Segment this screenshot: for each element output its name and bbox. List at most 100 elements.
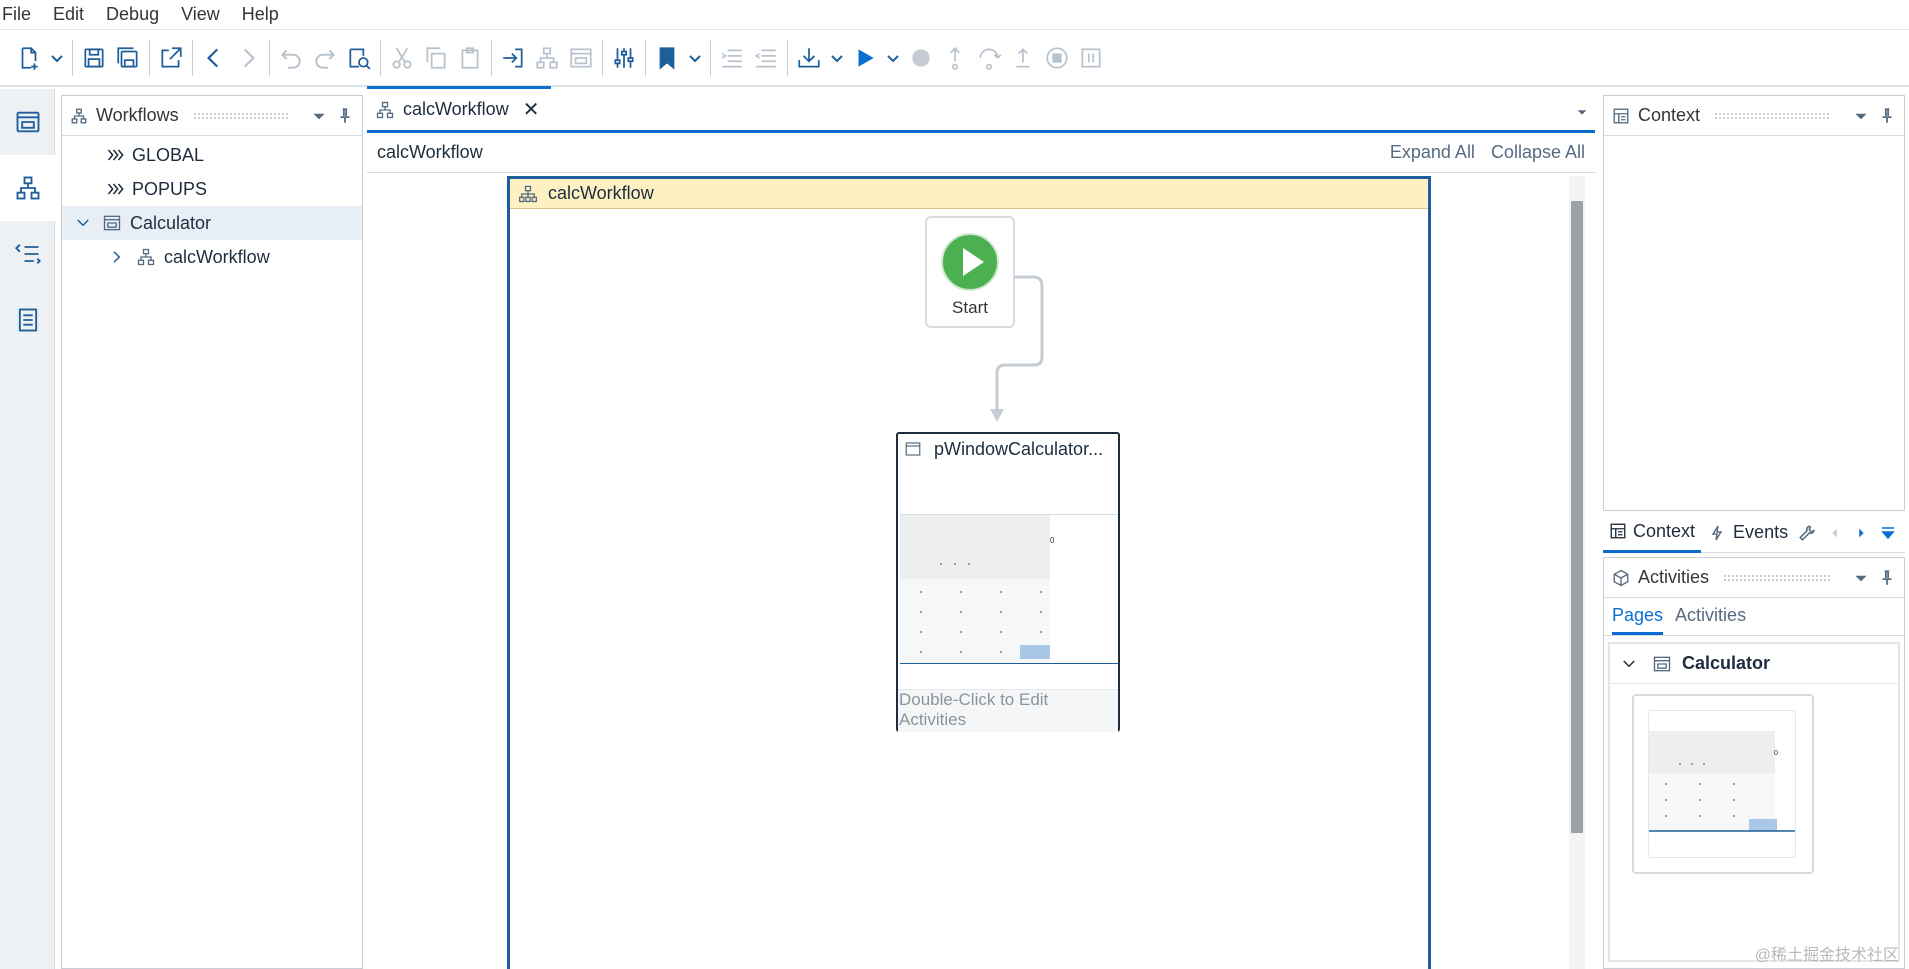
chevron-down-icon[interactable]	[46, 38, 68, 78]
pin-icon[interactable]	[336, 107, 354, 125]
wrench-icon[interactable]	[1798, 524, 1816, 542]
rail-workflows[interactable]	[0, 155, 55, 221]
tree-item-global[interactable]: GLOBAL	[62, 138, 362, 172]
panel-drag-handle[interactable]	[1723, 573, 1830, 582]
tree-item-calcworkflow[interactable]: calcWorkflow	[62, 240, 362, 274]
pin-icon[interactable]	[1878, 107, 1896, 125]
window-icon	[905, 442, 921, 456]
menu-edit[interactable]: Edit	[42, 4, 95, 25]
run-icon[interactable]	[848, 38, 882, 78]
tab-context[interactable]: Context	[1603, 513, 1702, 553]
indent-icon	[715, 38, 749, 78]
group-calculator[interactable]: Calculator	[1610, 644, 1898, 684]
tab-context-label: Context	[1633, 520, 1696, 541]
caret-down-icon[interactable]	[1575, 105, 1589, 119]
chevron-down-icon[interactable]	[684, 38, 706, 78]
pin-icon[interactable]	[1878, 569, 1896, 587]
panel-title: Context	[1638, 105, 1701, 125]
activity-title: pWindowCalculator...	[934, 438, 1104, 459]
preview-value: 0	[1050, 536, 1055, 545]
calculator-preview: 0	[1649, 731, 1795, 832]
vertical-scrollbar[interactable]	[1569, 176, 1585, 969]
tree-item-label: GLOBAL	[132, 144, 205, 165]
context-icon	[1610, 523, 1626, 539]
toolbar-separator	[787, 40, 788, 76]
export-icon[interactable]	[154, 38, 188, 78]
workflow-container[interactable]: calcWorkflow Start pWindowCalculator...	[507, 176, 1431, 969]
tab-pages[interactable]: Pages	[1612, 605, 1664, 635]
cube-icon	[1613, 569, 1629, 586]
toolbar-separator	[491, 40, 492, 76]
menu-help[interactable]: Help	[231, 4, 290, 25]
overflow-icon[interactable]	[1880, 525, 1896, 541]
step-over-icon	[972, 38, 1006, 78]
chevron-down-icon[interactable]	[74, 214, 92, 232]
new-file-icon[interactable]	[12, 38, 46, 78]
rail-scripts[interactable]	[0, 221, 55, 287]
settings-sliders-icon[interactable]	[607, 38, 641, 78]
tab-events[interactable]: Events	[1701, 513, 1796, 553]
tab-activities[interactable]: Activities	[1675, 605, 1746, 635]
tab-events-label: Events	[1733, 522, 1789, 542]
activity-header: pWindowCalculator...	[898, 434, 1118, 464]
watermark: @稀土掘金技术社区	[1754, 947, 1899, 964]
workflow-icon	[137, 248, 155, 266]
outdent-icon	[749, 38, 783, 78]
save-icon[interactable]	[77, 38, 111, 78]
chevron-down-icon[interactable]	[1620, 655, 1638, 673]
workflows-panel-header: Workflows	[62, 96, 362, 136]
chevron-down-icon[interactable]	[826, 38, 848, 78]
activities-panel-header: Activities	[1604, 558, 1904, 598]
scroll-right-icon[interactable]	[1854, 526, 1868, 540]
workflow-canvas[interactable]: calcWorkflow Start pWindowCalculator...	[367, 176, 1595, 969]
close-icon[interactable]: ✕	[523, 97, 540, 122]
rail-declarations[interactable]	[0, 287, 55, 353]
activity-hint: Double-Click to Edit Activities	[898, 689, 1118, 732]
pages-group: Calculator 0	[1608, 642, 1900, 962]
start-node[interactable]: Start	[925, 216, 1015, 328]
editor-subbar: calcWorkflow Expand All Collapse All	[367, 133, 1595, 173]
menu-debug[interactable]: Debug	[95, 4, 170, 25]
panel-drag-handle[interactable]	[1714, 111, 1830, 120]
caret-down-icon[interactable]	[1852, 107, 1870, 125]
caret-down-icon[interactable]	[1852, 569, 1870, 587]
workflow-icon	[376, 101, 394, 118]
expand-all-link[interactable]: Expand All	[1390, 142, 1475, 163]
workflow-tree: GLOBAL POPUPS Calculator calcWorkflow	[62, 136, 362, 274]
toolbar-separator	[149, 40, 150, 76]
rail-pages[interactable]	[0, 89, 55, 155]
context-icon	[1613, 108, 1629, 123]
tab-calcworkflow[interactable]: calcWorkflow ✕	[367, 86, 552, 130]
chevron-down-icon[interactable]	[882, 38, 904, 78]
menu-bar: File Edit Debug View Help	[0, 0, 1909, 30]
menu-view[interactable]: View	[170, 4, 231, 25]
activity-node[interactable]: pWindowCalculator... 0 Double-Click to E…	[896, 432, 1120, 732]
chevron-right-icon[interactable]	[108, 248, 126, 266]
redo-icon	[308, 38, 342, 78]
bookmark-icon[interactable]	[650, 38, 684, 78]
double-chevron-icon	[107, 183, 124, 195]
page-window-icon	[16, 111, 39, 133]
breakpoint-icon	[904, 38, 938, 78]
panel-drag-handle[interactable]	[192, 111, 288, 120]
group-label: Calculator	[1682, 653, 1771, 673]
workflows-panel: Workflows GLOBAL POPUPS Calculator calcW…	[61, 95, 363, 969]
save-all-icon[interactable]	[111, 38, 145, 78]
toolbar-separator	[192, 40, 193, 76]
tree-item-calculator[interactable]: Calculator	[62, 206, 362, 240]
caret-down-icon[interactable]	[310, 107, 328, 125]
scrollbar-thumb[interactable]	[1571, 201, 1583, 833]
back-icon[interactable]	[197, 38, 231, 78]
toolbar-separator	[380, 40, 381, 76]
menu-file[interactable]: File	[0, 4, 42, 25]
calculator-preview: 0	[900, 515, 1118, 663]
import-icon[interactable]	[496, 38, 530, 78]
cut-icon	[385, 38, 419, 78]
deploy-icon[interactable]	[792, 38, 826, 78]
tree-item-popups[interactable]: POPUPS	[62, 172, 362, 206]
copy-icon	[419, 38, 453, 78]
collapse-all-link[interactable]: Collapse All	[1491, 142, 1585, 163]
toolbar-separator	[645, 40, 646, 76]
find-icon[interactable]	[342, 38, 376, 78]
page-card[interactable]: 0	[1632, 694, 1814, 874]
